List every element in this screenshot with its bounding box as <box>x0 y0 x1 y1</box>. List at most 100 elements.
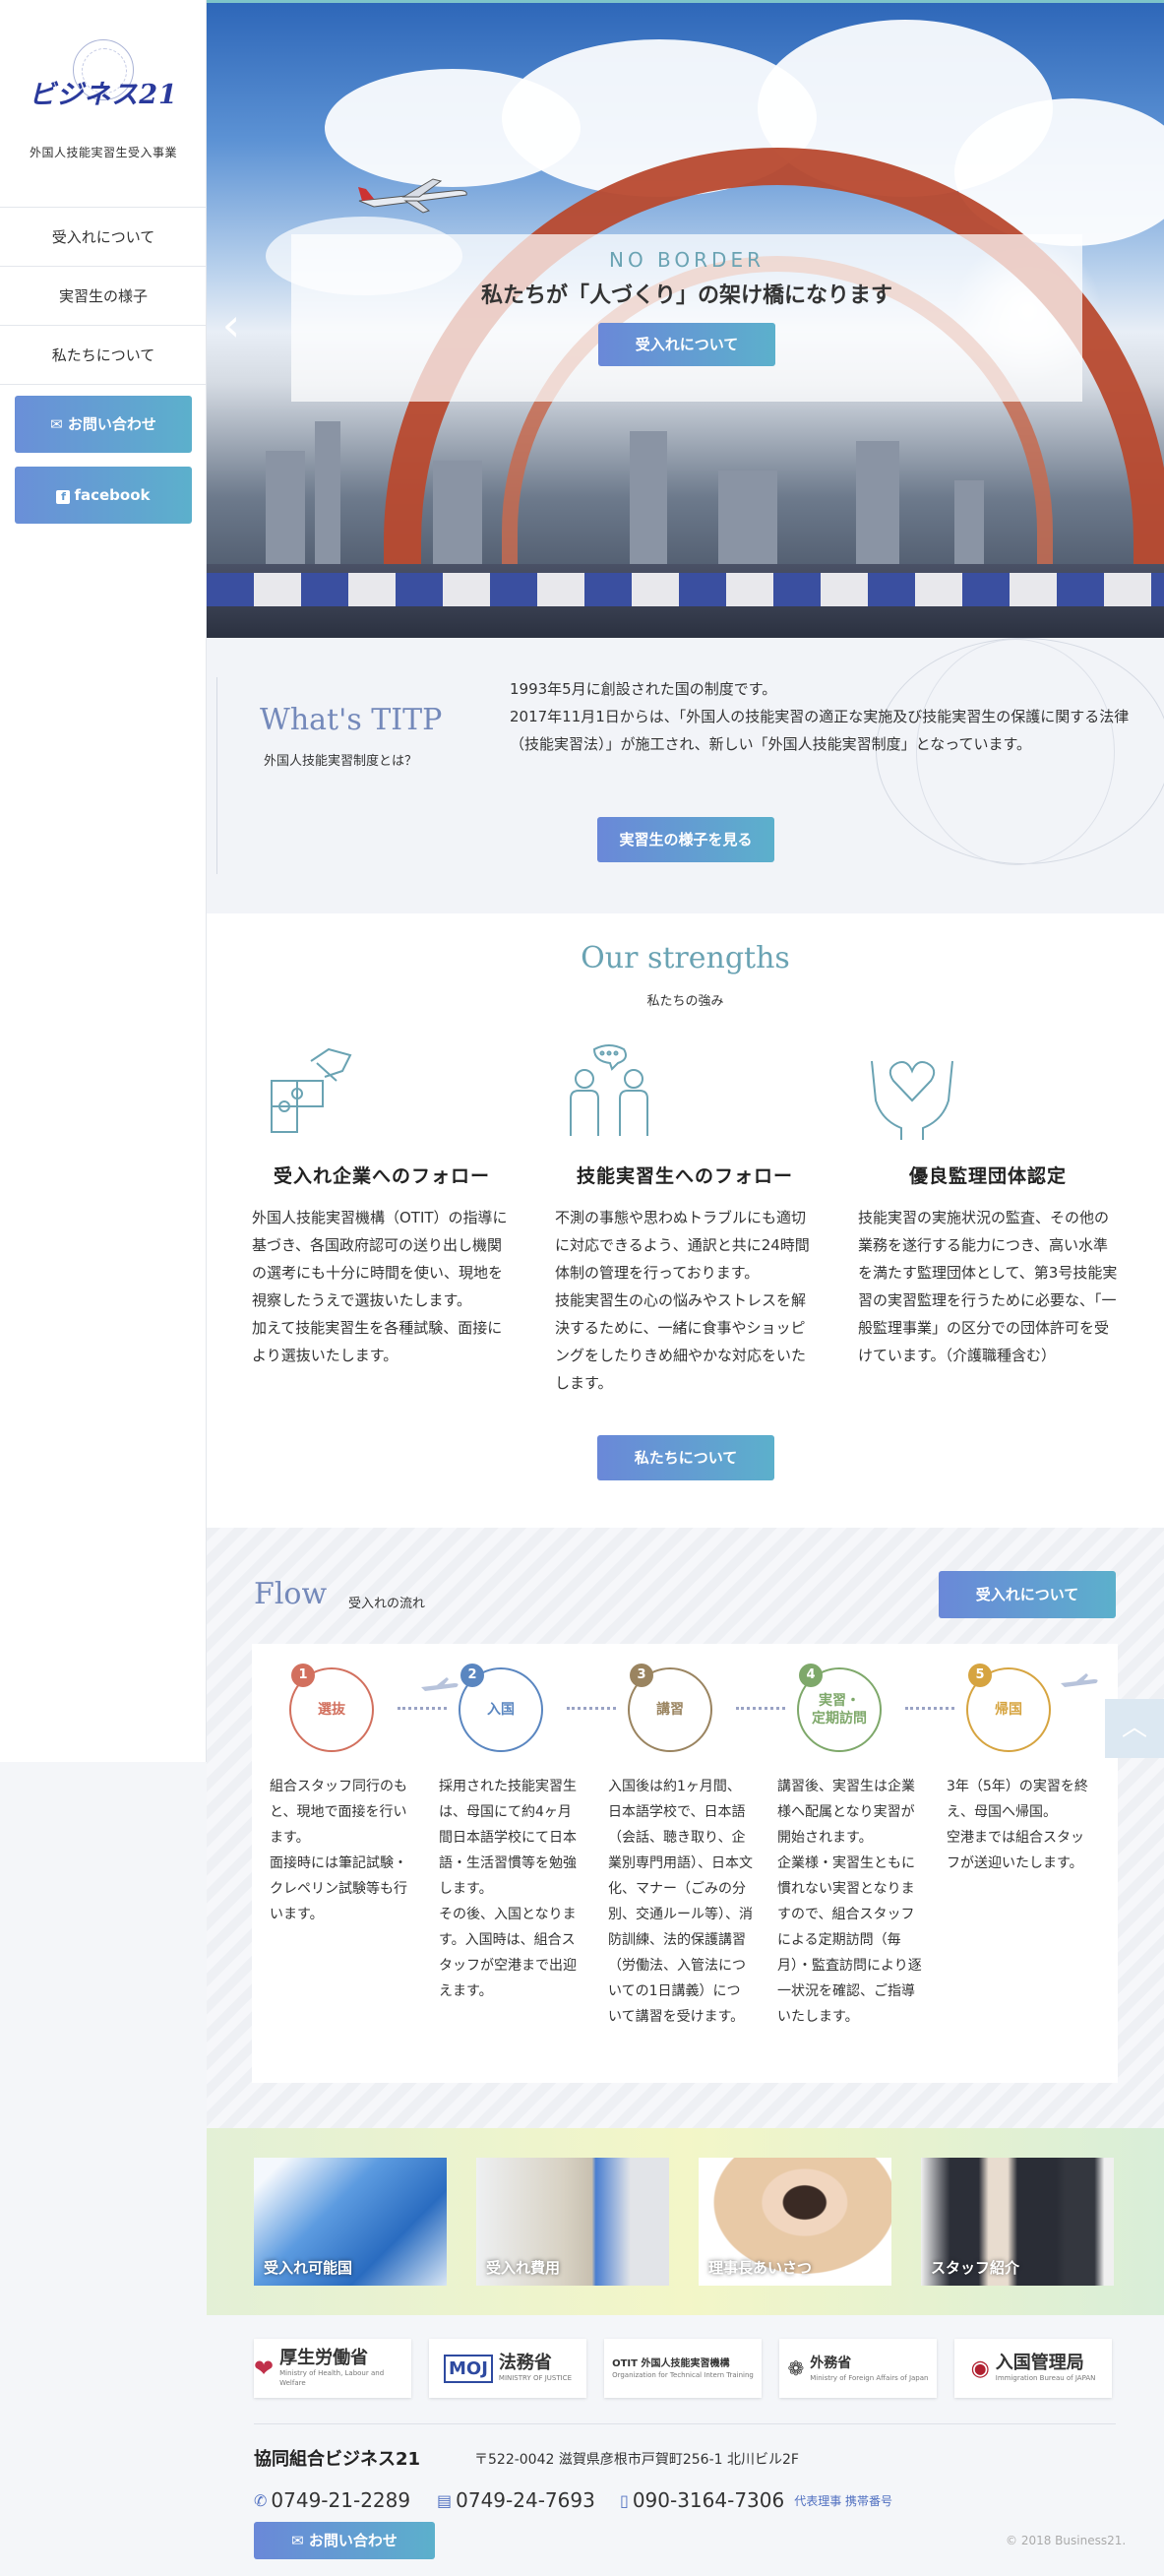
flow-step: 入国 2 採用された技能実習生は、母国にて約4ヶ月間日本語学校にて日本語・生活習慣… <box>421 1664 588 2004</box>
road-barriers <box>207 573 1164 606</box>
flow-step-text: 入国後は約1ヶ月間、日本語学校で、日本語（会話、聴き取り、企業別専門用語）、日本… <box>608 1779 753 2025</box>
footer-address: 〒522-0042 滋賀県彦根市戸賀町256-1 北川ビル2F <box>474 2452 799 2468</box>
footer-org-name: 協同組合ビジネス21 <box>254 2449 421 2470</box>
nav-item-trainees[interactable]: 実習生の様子 <box>0 267 207 326</box>
scroll-top-button[interactable]: ︿ <box>1105 1699 1164 1758</box>
people-talk-icon <box>570 1044 648 1136</box>
flow-step-text: 採用された技能実習生は、母国にて約4ヶ月間日本語学校にて日本語・生活習慣等を勉強… <box>439 1779 577 1999</box>
hero-tagline: NO BORDER <box>608 248 765 272</box>
photo-link-label: 受入れ可能国 <box>264 2259 353 2277</box>
flow-step-circle: 入国 2 <box>459 1664 543 1752</box>
footer-phone[interactable]: ✆ 0749-21-2289 <box>254 2488 410 2512</box>
main-nav: 受入れについて 実習生の様子 私たちについて <box>0 207 207 385</box>
footer-divider <box>254 2423 1116 2424</box>
partner-subtitle: Immigration Bureau of JAPAN <box>995 2374 1096 2382</box>
strengths-section: Our strengths 私たちの強み 受入れ企業へのフォロー 外国人技能実習… <box>207 913 1164 1528</box>
flow-heading: Flow <box>254 1577 328 1611</box>
building <box>266 451 305 569</box>
flow-step-circle: 帰国 5 <box>966 1664 1051 1752</box>
footer-contact-button[interactable]: ✉ お問い合わせ <box>254 2522 435 2559</box>
photo-link-costs[interactable]: 受入れ費用 <box>476 2158 669 2286</box>
partner-moj[interactable]: MOJ 法務省 MINISTRY OF JUSTICE <box>429 2339 586 2398</box>
partner-name: OTIT 外国人技能実習機構 <box>612 2357 730 2369</box>
flow-section: Flow 受入れの流れ 受入れについて 選抜 1 組合スタッフ同行のもと、現地で面… <box>207 1528 1164 2128</box>
footer-mobile-note: 代表理事 携帯番号 <box>794 2493 893 2508</box>
strength-text: 技能実習の実施状況の監査、その他の業務を遂行する能力につき、高い水準を満たす監理… <box>858 1209 1118 1364</box>
flow-step-number: 5 <box>968 1664 992 1687</box>
strength-item: 優良監理団体認定 技能実習の実施状況の監査、その他の業務を遂行する能力につき、高… <box>858 1041 1118 1369</box>
about-us-button[interactable]: 私たちについて <box>597 1435 774 1480</box>
mail-icon: ✉ <box>291 2532 309 2549</box>
flow-step-text: 組合スタッフ同行のもと、現地で面接を行います。 面接時には筆記試験・クレペリン試… <box>270 1779 407 1922</box>
flow-step-text: 講習後、実習生は企業様へ配属となり実習が開始されます。 企業様・実習生ともに慣れ… <box>777 1779 922 2025</box>
fax-icon: ▤ <box>437 2490 453 2510</box>
photo-link-countries[interactable]: 受入れ可能国 <box>254 2158 447 2286</box>
partner-name: 法務省 <box>498 2353 552 2373</box>
nav-item-acceptance[interactable]: 受入れについて <box>0 208 207 267</box>
mobile-icon: ▯ <box>620 2490 629 2510</box>
partner-immigration[interactable]: ◉ 入国管理局 Immigration Bureau of JAPAN <box>954 2339 1112 2398</box>
flow-acceptance-button[interactable]: 受入れについて <box>939 1571 1116 1618</box>
airplane-icon <box>358 178 467 214</box>
flow-step-text: 3年（5年）の実習を終え、母国へ帰国。 空港までは組合スタッフが送迎いたします。 <box>947 1779 1088 1871</box>
flow-steps-card: 選抜 1 組合スタッフ同行のもと、現地で面接を行います。 面接時には筆記試験・クレ… <box>252 1644 1118 2083</box>
mail-icon: ✉ <box>50 415 68 433</box>
photo-link-label: スタッフ紹介 <box>931 2259 1020 2277</box>
footer-fax: ▤ 0749-24-7693 <box>437 2488 595 2512</box>
hero-slider: ‹ NO BORDER 私たちが「人づくり」の架け橋になります 受入れについて <box>207 0 1164 638</box>
sidebar-facebook-button[interactable]: f facebook <box>15 467 192 524</box>
building <box>315 421 340 569</box>
flow-step: 選抜 1 組合スタッフ同行のもと、現地で面接を行います。 面接時には筆記試験・クレ… <box>252 1664 419 1927</box>
phone-icon: ✆ <box>254 2490 268 2510</box>
flow-step-number: 3 <box>630 1664 653 1687</box>
hero-title: 私たちが「人づくり」の架け橋になります <box>480 283 892 308</box>
strength-title: 優良監理団体認定 <box>908 1165 1067 1187</box>
strength-item: 受入れ企業へのフォロー 外国人技能実習機構（OTIT）の指導に基づき、各国政府認… <box>252 1041 512 1369</box>
flow-step: 講習 3 入国後は約1ヶ月間、日本語学校で、日本語（会話、聴き取り、企業別専門用語… <box>590 1664 758 2030</box>
flow-step: 実習・ 定期訪問 4 講習後、実習生は企業様へ配属となり実習が開始されます。 企業… <box>760 1664 927 2030</box>
partner-mhlw[interactable]: ❤ 厚生労働省 Ministry of Health, Labour and We… <box>254 2339 411 2398</box>
sidebar-contact-button[interactable]: ✉ お問い合わせ <box>15 396 192 453</box>
logo-subtitle: 外国人技能実習生受入事業 <box>29 146 177 159</box>
hero-top-line <box>207 0 1164 3</box>
view-trainees-button[interactable]: 実習生の様子を見る <box>597 817 774 862</box>
partner-name: 入国管理局 <box>995 2353 1084 2373</box>
titp-section: What's TITP 外国人技能実習制度とは？ 1993年5月に創設された国の… <box>207 638 1164 913</box>
mofa-logo-icon: ❁ <box>787 2356 805 2380</box>
photo-links: 受入れ可能国 受入れ費用 理事長あいさつ スタッフ紹介 <box>207 2128 1164 2315</box>
partner-subtitle: Ministry of Foreign Affairs of Japan <box>810 2374 929 2382</box>
puzzle-hand-icon <box>271 1047 352 1133</box>
footer: 協同組合ビジネス21 〒522-0042 滋賀県彦根市戸賀町256-1 北川ビル… <box>207 2423 1164 2576</box>
immigration-logo-icon: ◉ <box>970 2356 990 2381</box>
flow-step: 帰国 5 3年（5年）の実習を終え、母国へ帰国。 空港までは組合スタッフが送迎いた… <box>929 1664 1096 1876</box>
chevron-up-icon: ︿ <box>1121 1713 1147 1742</box>
titp-description: 1993年5月に創設された国の制度です。 2017年11月1日からは、「外国人の… <box>510 680 1130 753</box>
photo-link-greeting[interactable]: 理事長あいさつ <box>699 2158 891 2286</box>
flow-subheading: 受入れの流れ <box>348 1597 426 1611</box>
hero-prev-arrow[interactable]: ‹ <box>216 295 246 354</box>
flow-step-number: 1 <box>291 1664 315 1687</box>
partner-mofa[interactable]: ❁ 外務省 Ministry of Foreign Affairs of Japa… <box>779 2339 937 2398</box>
partner-otit[interactable]: OTIT 外国人技能実習機構 Organization for Technical… <box>604 2339 762 2398</box>
strength-text: 不測の事態や思わぬトラブルにも適切に対応できるよう、通訳と共に24時間体制の管理… <box>555 1209 810 1392</box>
strength-title: 技能実習生へのフォロー <box>576 1165 793 1187</box>
strength-text: 外国人技能実習機構（OTIT）の指導に基づき、各国政府認可の送り出し機関の選考に… <box>252 1209 508 1364</box>
footer-mobile[interactable]: ▯ 090-3164-7306 代表理事 携帯番号 <box>620 2488 892 2512</box>
strengths-subheading: 私たちの強み <box>646 994 724 1009</box>
hero-acceptance-button[interactable]: 受入れについて <box>598 323 775 366</box>
mhlw-logo-icon: ❤ <box>254 2355 275 2382</box>
partner-subtitle: MINISTRY OF JUSTICE <box>498 2374 572 2382</box>
partner-logos: ❤ 厚生労働省 Ministry of Health, Labour and We… <box>207 2315 1164 2423</box>
partner-subtitle: Ministry of Health, Labour and Welfare <box>279 2369 385 2387</box>
logo-mark: ビジネス21 <box>29 80 178 110</box>
site-logo[interactable]: ビジネス21 外国人技能実習生受入事業 <box>22 39 185 159</box>
nav-item-about[interactable]: 私たちについて <box>0 326 207 385</box>
facebook-icon: f <box>56 490 71 504</box>
strengths-heading: Our strengths <box>581 941 790 975</box>
photo-link-label: 理事長あいさつ <box>708 2259 813 2277</box>
photo-link-staff[interactable]: スタッフ紹介 <box>921 2158 1114 2286</box>
partner-name: 厚生労働省 <box>279 2348 369 2368</box>
copyright: © 2018 Business21. <box>1006 2534 1127 2547</box>
sidebar: ビジネス21 外国人技能実習生受入事業 受入れについて 実習生の様子 私たちにつ… <box>0 0 207 1762</box>
partner-subtitle: Organization for Technical Intern Traini… <box>612 2370 754 2379</box>
